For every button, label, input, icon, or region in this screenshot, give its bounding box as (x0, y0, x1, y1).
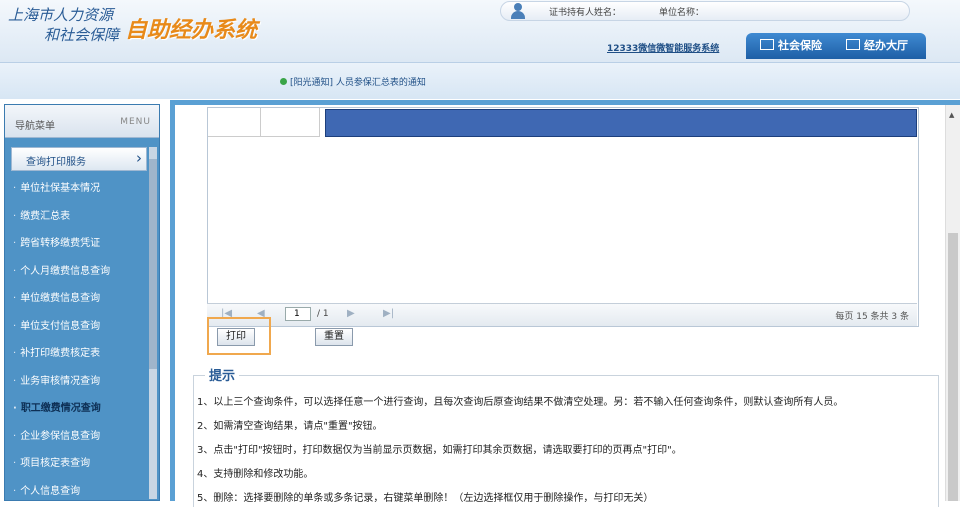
sidebar-item[interactable]: 单位社保基本情况 (13, 175, 143, 203)
page-number-input[interactable] (285, 307, 311, 321)
wechat-service-link[interactable]: 12333微信微智能服务系统 (607, 41, 719, 54)
tab-label: 社会保险 (778, 39, 822, 52)
sidebar-title: 导航菜单 (15, 121, 55, 132)
sidebar-item-active[interactable]: 职工缴费情况查询 (13, 395, 143, 423)
sidebar-section-label: 查询打印服务 (26, 157, 86, 168)
app-header: 上海市人力资源 和社会保障 自助经办系统 证书持有人姓名： 单位名称： 1233… (0, 0, 960, 63)
service-hall-icon (846, 39, 860, 50)
tip-item: 3、点击"打印"按钮时，打印数据仅为当前显示页数据，如需打印其余页数据，请选取要… (197, 445, 682, 456)
user-info-bar: 证书持有人姓名： 单位名称： (500, 1, 910, 21)
sidebar-item[interactable]: 单位支付信息查询 (13, 313, 143, 341)
sidebar-item[interactable]: 项目核定表查询 (13, 450, 143, 478)
tips-section: 提示 1、以上三个查询条件，可以选择任意一个进行查询，且每次查询后原查询结果不做… (189, 365, 955, 507)
page-summary: 每页 15 条共 3 条 (835, 312, 909, 322)
logo-line2: 和社会保障 (44, 26, 120, 44)
tip-item: 1、以上三个查询条件，可以选择任意一个进行查询，且每次查询后原查询结果不做清空处… (197, 397, 844, 408)
grid-pager: |◀ ◀ / 1 ▶ ▶| 每页 15 条共 3 条 (207, 303, 917, 326)
sidebar-item[interactable]: 补打印缴费核定表 (13, 340, 143, 368)
tab-service-hall[interactable]: 经办大厅 (836, 33, 926, 59)
sidebar-title-en: MENU (120, 117, 151, 127)
sidebar-item[interactable]: 单位缴费信息查询 (13, 285, 143, 313)
main-scroll-thumb[interactable] (948, 233, 958, 501)
sidebar-item[interactable]: 跨省转移缴费凭证 (13, 230, 143, 258)
sidebar-item[interactable]: 企业参保信息查询 (13, 423, 143, 451)
main-panel: |◀ ◀ / 1 ▶ ▶| 每页 15 条共 3 条 打印 重置 提示 1、以上… (170, 100, 960, 507)
print-button[interactable]: 打印 (217, 328, 255, 346)
grid-cell (208, 108, 261, 137)
notice-link[interactable]: [阳光通知] 人员参保汇总表的通知 (280, 75, 426, 88)
sidebar-menu-list: 单位社保基本情况 缴费汇总表 跨省转移缴费凭证 个人月缴费信息查询 单位缴费信息… (13, 175, 143, 501)
notice-bar: [阳光通知] 人员参保汇总表的通知 (0, 63, 960, 99)
chevron-right-icon: › (136, 149, 142, 167)
org-name-label: 单位名称： (659, 8, 705, 18)
sidebar-scrollbar[interactable] (149, 147, 157, 499)
sidebar: 导航菜单 MENU 查询打印服务 › 单位社保基本情况 缴费汇总表 跨省转移缴费… (4, 104, 160, 501)
sidebar-header: 导航菜单 MENU (5, 105, 159, 138)
page-last-icon[interactable]: ▶| (383, 308, 394, 319)
tip-item: 4、支持删除和修改功能。 (197, 469, 314, 480)
redacted-row (325, 109, 917, 137)
reset-button[interactable]: 重置 (315, 328, 353, 346)
sidebar-item[interactable]: 缴费汇总表 (13, 203, 143, 231)
sidebar-item[interactable]: 个人月缴费信息查询 (13, 258, 143, 286)
tip-item: 5、删除：选择要删除的单条或多条记录，右键菜单删除！（左边选择框仅用于删除操作，… (197, 493, 654, 504)
notice-dot-icon (280, 78, 287, 85)
page-next-icon[interactable]: ▶ (347, 308, 355, 319)
notice-text: [阳光通知] 人员参保汇总表的通知 (290, 78, 426, 88)
page-total: / 1 (317, 309, 329, 319)
sidebar-item[interactable]: 个人信息查询 (13, 478, 143, 501)
sidebar-section-query-print[interactable]: 查询打印服务 › (11, 147, 147, 171)
system-title: 自助经办系统 (125, 17, 258, 43)
logo-line1: 上海市人力资源 (8, 6, 114, 24)
sidebar-scroll-thumb[interactable] (149, 159, 157, 369)
tip-item: 2、如需清空查询结果，请点"重置"按钮。 (197, 421, 383, 432)
sidebar-item[interactable]: 业务审核情况查询 (13, 368, 143, 396)
tab-label: 经办大厅 (864, 39, 908, 52)
grid-cell (261, 108, 320, 137)
tab-social-insurance[interactable]: 社会保险 (746, 33, 836, 59)
scroll-up-arrow-icon[interactable]: ▲ (949, 111, 954, 119)
social-insurance-icon (760, 39, 774, 50)
main-scrollbar[interactable]: ▲ (945, 105, 960, 501)
cert-holder-label: 证书持有人姓名： (549, 8, 622, 18)
user-icon (511, 2, 525, 19)
tips-title: 提示 (205, 365, 240, 384)
result-grid (207, 107, 919, 327)
